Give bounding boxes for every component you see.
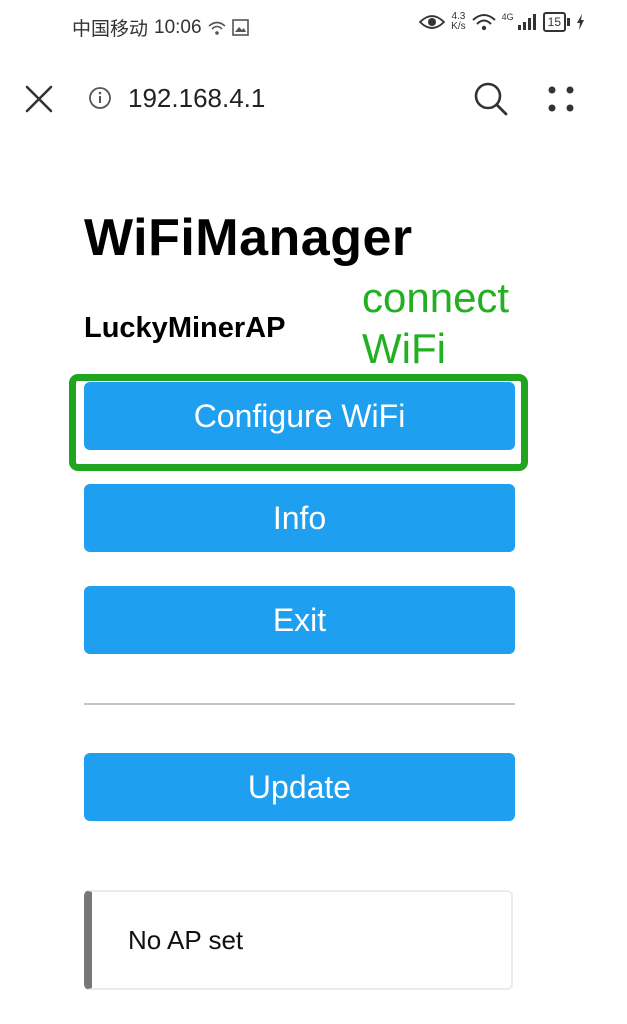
status-message-box: No AP set (84, 890, 513, 990)
image-notification-icon (231, 19, 249, 36)
wifi-status-icon (208, 21, 226, 35)
battery-level: 15 (542, 12, 566, 32)
annotation-line-1: connect (362, 274, 510, 321)
charging-icon (577, 14, 584, 30)
update-button[interactable]: Update (84, 753, 515, 821)
status-right: 4.3 K/s 4G 15 (419, 12, 585, 32)
divider (84, 703, 515, 705)
network-type-badge: 4G (501, 12, 514, 22)
net-speed: 4.3 K/s (451, 12, 465, 32)
info-button[interactable]: Info (84, 484, 515, 552)
status-message: No AP set (128, 924, 244, 955)
menu-icon[interactable] (544, 82, 578, 116)
browser-url-bar: 192.168.4.1 (0, 70, 627, 126)
search-icon[interactable] (472, 80, 510, 118)
exit-button[interactable]: Exit (84, 586, 515, 654)
close-icon[interactable] (22, 82, 56, 116)
status-left: 中国移动 10:06 (72, 14, 249, 41)
annotation-line-2: WiFi (362, 325, 446, 372)
connect-wifi-annotation: connect WiFi (362, 272, 562, 374)
status-bar: 中国移动 10:06 4.3 K/s 4G 15 (0, 0, 627, 52)
battery-icon: 15 (542, 12, 570, 32)
clock: 10:06 (154, 16, 202, 38)
info-icon[interactable] (88, 86, 112, 110)
net-speed-unit: K/s (451, 21, 466, 32)
url-text[interactable]: 192.168.4.1 (128, 83, 265, 114)
cell-signal-icon (517, 14, 536, 30)
ap-name: LuckyMinerAP (84, 312, 286, 344)
highlight-box (69, 374, 528, 471)
wifi-signal-icon (471, 14, 496, 31)
carrier-name: 中国移动 (72, 19, 149, 40)
page-title: WiFiManager (84, 209, 413, 267)
eye-icon (419, 15, 446, 29)
